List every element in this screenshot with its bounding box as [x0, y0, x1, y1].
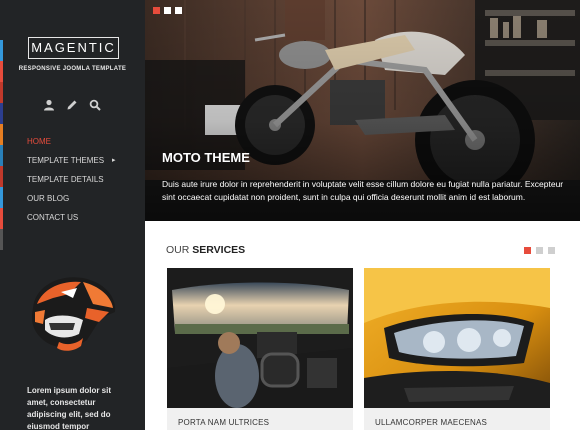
services-pagination — [524, 247, 555, 254]
main-nav: HOME TEMPLATE THEMES ▸ TEMPLATE DETAILS O… — [27, 136, 122, 231]
sidebar-toolbar — [43, 98, 101, 111]
nav-item-template-themes[interactable]: TEMPLATE THEMES ▸ — [27, 155, 122, 174]
helmet-image — [23, 268, 119, 354]
chevron-right-icon: ▸ — [112, 157, 116, 164]
services-heading-bold: SERVICES — [192, 244, 246, 256]
nav-item-label: OUR BLOG — [27, 194, 70, 203]
nav-item-home[interactable]: HOME — [27, 136, 122, 155]
nav-item-label: CONTACT US — [27, 213, 79, 222]
nav-item-our-blog[interactable]: OUR BLOG — [27, 193, 122, 212]
hero-slider: MOTO THEME Duis aute irure dolor in repr… — [145, 0, 580, 221]
services-page-dot[interactable] — [548, 247, 555, 254]
hero-text: Duis aute irure dolor in reprehenderit i… — [162, 179, 564, 202]
sidebar: MAGENTIC RESPONSIVE JOOMLA TEMPLATE HOME… — [0, 0, 145, 430]
user-icon[interactable] — [43, 98, 55, 111]
nav-item-label: TEMPLATE DETAILS — [27, 175, 104, 184]
search-icon[interactable] — [89, 98, 101, 111]
nav-item-label: HOME — [27, 137, 51, 146]
services-page-dot[interactable] — [536, 247, 543, 254]
services-heading: OUR SERVICES — [166, 244, 245, 256]
pencil-icon[interactable] — [66, 98, 78, 110]
site-logo[interactable]: MAGENTIC — [28, 37, 119, 59]
service-card-image — [364, 268, 550, 408]
slide-dot[interactable] — [153, 7, 160, 14]
service-card-title[interactable]: PORTA NAM ULTRICES — [178, 418, 269, 427]
service-card-title[interactable]: ULLAMCORPER MAECENAS — [375, 418, 487, 427]
hero-slide-indicators — [153, 7, 182, 14]
service-card[interactable]: ULLAMCORPER MAECENAS — [364, 268, 550, 430]
nav-item-template-details[interactable]: TEMPLATE DETAILS — [27, 174, 122, 193]
service-card-image — [167, 268, 353, 408]
hero-title: MOTO THEME — [162, 150, 250, 165]
nav-item-label: TEMPLATE THEMES — [27, 156, 105, 165]
slide-dot[interactable] — [175, 7, 182, 14]
nav-item-contact-us[interactable]: CONTACT US — [27, 212, 122, 231]
slide-dot[interactable] — [164, 7, 171, 14]
site-tagline: RESPONSIVE JOOMLA TEMPLATE — [18, 66, 127, 72]
services-page-dot[interactable] — [524, 247, 531, 254]
services-heading-light: OUR — [166, 244, 190, 256]
service-card[interactable]: PORTA NAM ULTRICES — [167, 268, 353, 430]
sidebar-description: Lorem ipsum dolor sit amet, consectetur … — [27, 386, 112, 430]
